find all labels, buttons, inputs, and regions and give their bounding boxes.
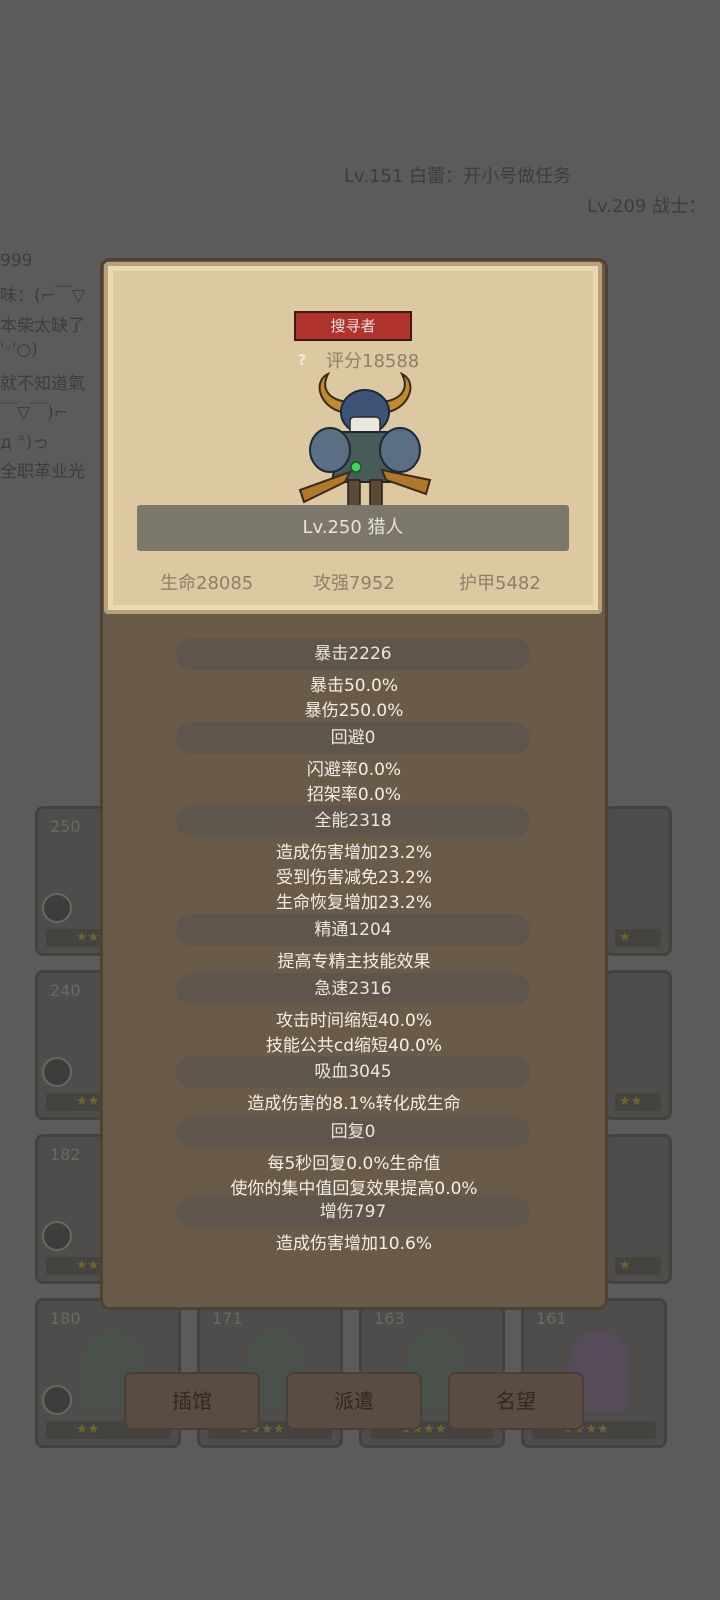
hero-portrait [298,372,432,507]
chat-line: Lv.209 战士： [587,196,707,217]
score-label: 评分18588 [326,351,420,372]
stat-damage-bonus-title: 增伤797 [176,1196,530,1228]
chat-line: д °)っ [0,433,50,453]
stat-lifesteal-title: 吸血3045 [176,1056,530,1088]
stat-haste-title: 急速2316 [176,973,530,1005]
stat-mastery-title: 精通1204 [176,914,530,946]
hero-card-level: 171 [212,1309,243,1328]
hero-name-level: Lv.250 猎人 [137,505,569,551]
bottom-button-dispatch[interactable]: 派遣 [286,1372,422,1430]
class-icon [42,1057,72,1087]
hp-stat: 生命28085 [160,573,254,594]
hero-card-level: 182 [50,1145,81,1164]
chat-line: 就不知道氣 [0,374,85,394]
help-icon[interactable]: ? [289,347,315,373]
stat-crit-title: 暴击2226 [176,638,530,670]
hero-card-level: 250 [50,817,81,836]
stat-dodge-title: 回避0 [176,722,530,754]
stat-detail: 每5秒回复0.0%生命值 [267,1154,441,1174]
bottom-button-fame[interactable]: 名望 [448,1372,584,1430]
stat-detail: 攻击时间缩短40.0% [275,1011,432,1031]
stat-regen-title: 回复0 [176,1116,530,1148]
chat-line: 味：(⌐￣▽ [0,286,85,306]
stat-detail: 暴伤250.0% [304,701,404,721]
chat-line: 本柴太缺了 [0,316,85,336]
hero-card-stars: ★ [615,929,661,947]
stat-detail: 受到伤害减免23.2% [275,868,432,888]
stat-detail: 闪避率0.0% [306,760,402,780]
stat-detail: 造成伤害增加10.6% [275,1234,432,1254]
class-icon [42,893,72,923]
chat-line: 'ᵕ'○) [0,340,38,360]
chat-line: ￣▽￣)⌐ [0,403,68,423]
stat-versatility-title: 全能2318 [176,805,530,837]
stat-detail: 造成伤害的8.1%转化成生命 [247,1094,461,1114]
attack-stat: 攻强7952 [313,573,395,594]
chat-line: 全职革业光 [0,462,85,482]
hero-card-level: 180 [50,1309,81,1328]
hero-card-level: 161 [536,1309,567,1328]
hero-card-level: 163 [374,1309,405,1328]
stat-detail: 提高专精主技能效果 [277,952,431,972]
armor-stat: 护甲5482 [459,573,541,594]
stat-detail: 暴击50.0% [309,676,398,696]
chat-line: Lv.151 白蕾：开小号做任务 [344,166,572,187]
hero-card[interactable]: ★★ [604,970,672,1120]
chat-line: 999 [0,251,33,271]
stat-detail: 技能公共cd缩短40.0% [265,1036,443,1056]
hero-card[interactable]: ★ [604,1134,672,1284]
hero-card-stars: ★★ [615,1093,661,1111]
stat-detail: 招架率0.0% [306,785,402,805]
hero-card-level: 240 [50,981,81,1000]
hero-card[interactable]: ★ [604,806,672,956]
hero-card-stars: ★ [615,1257,661,1275]
bottom-button-arena[interactable]: 插馆 [124,1372,260,1430]
stat-detail: 造成伤害增加23.2% [275,843,432,863]
job-tag: 搜寻者 [294,311,412,341]
class-icon [42,1385,72,1415]
stat-detail: 生命恢复增加23.2% [275,893,432,913]
class-icon [42,1221,72,1251]
